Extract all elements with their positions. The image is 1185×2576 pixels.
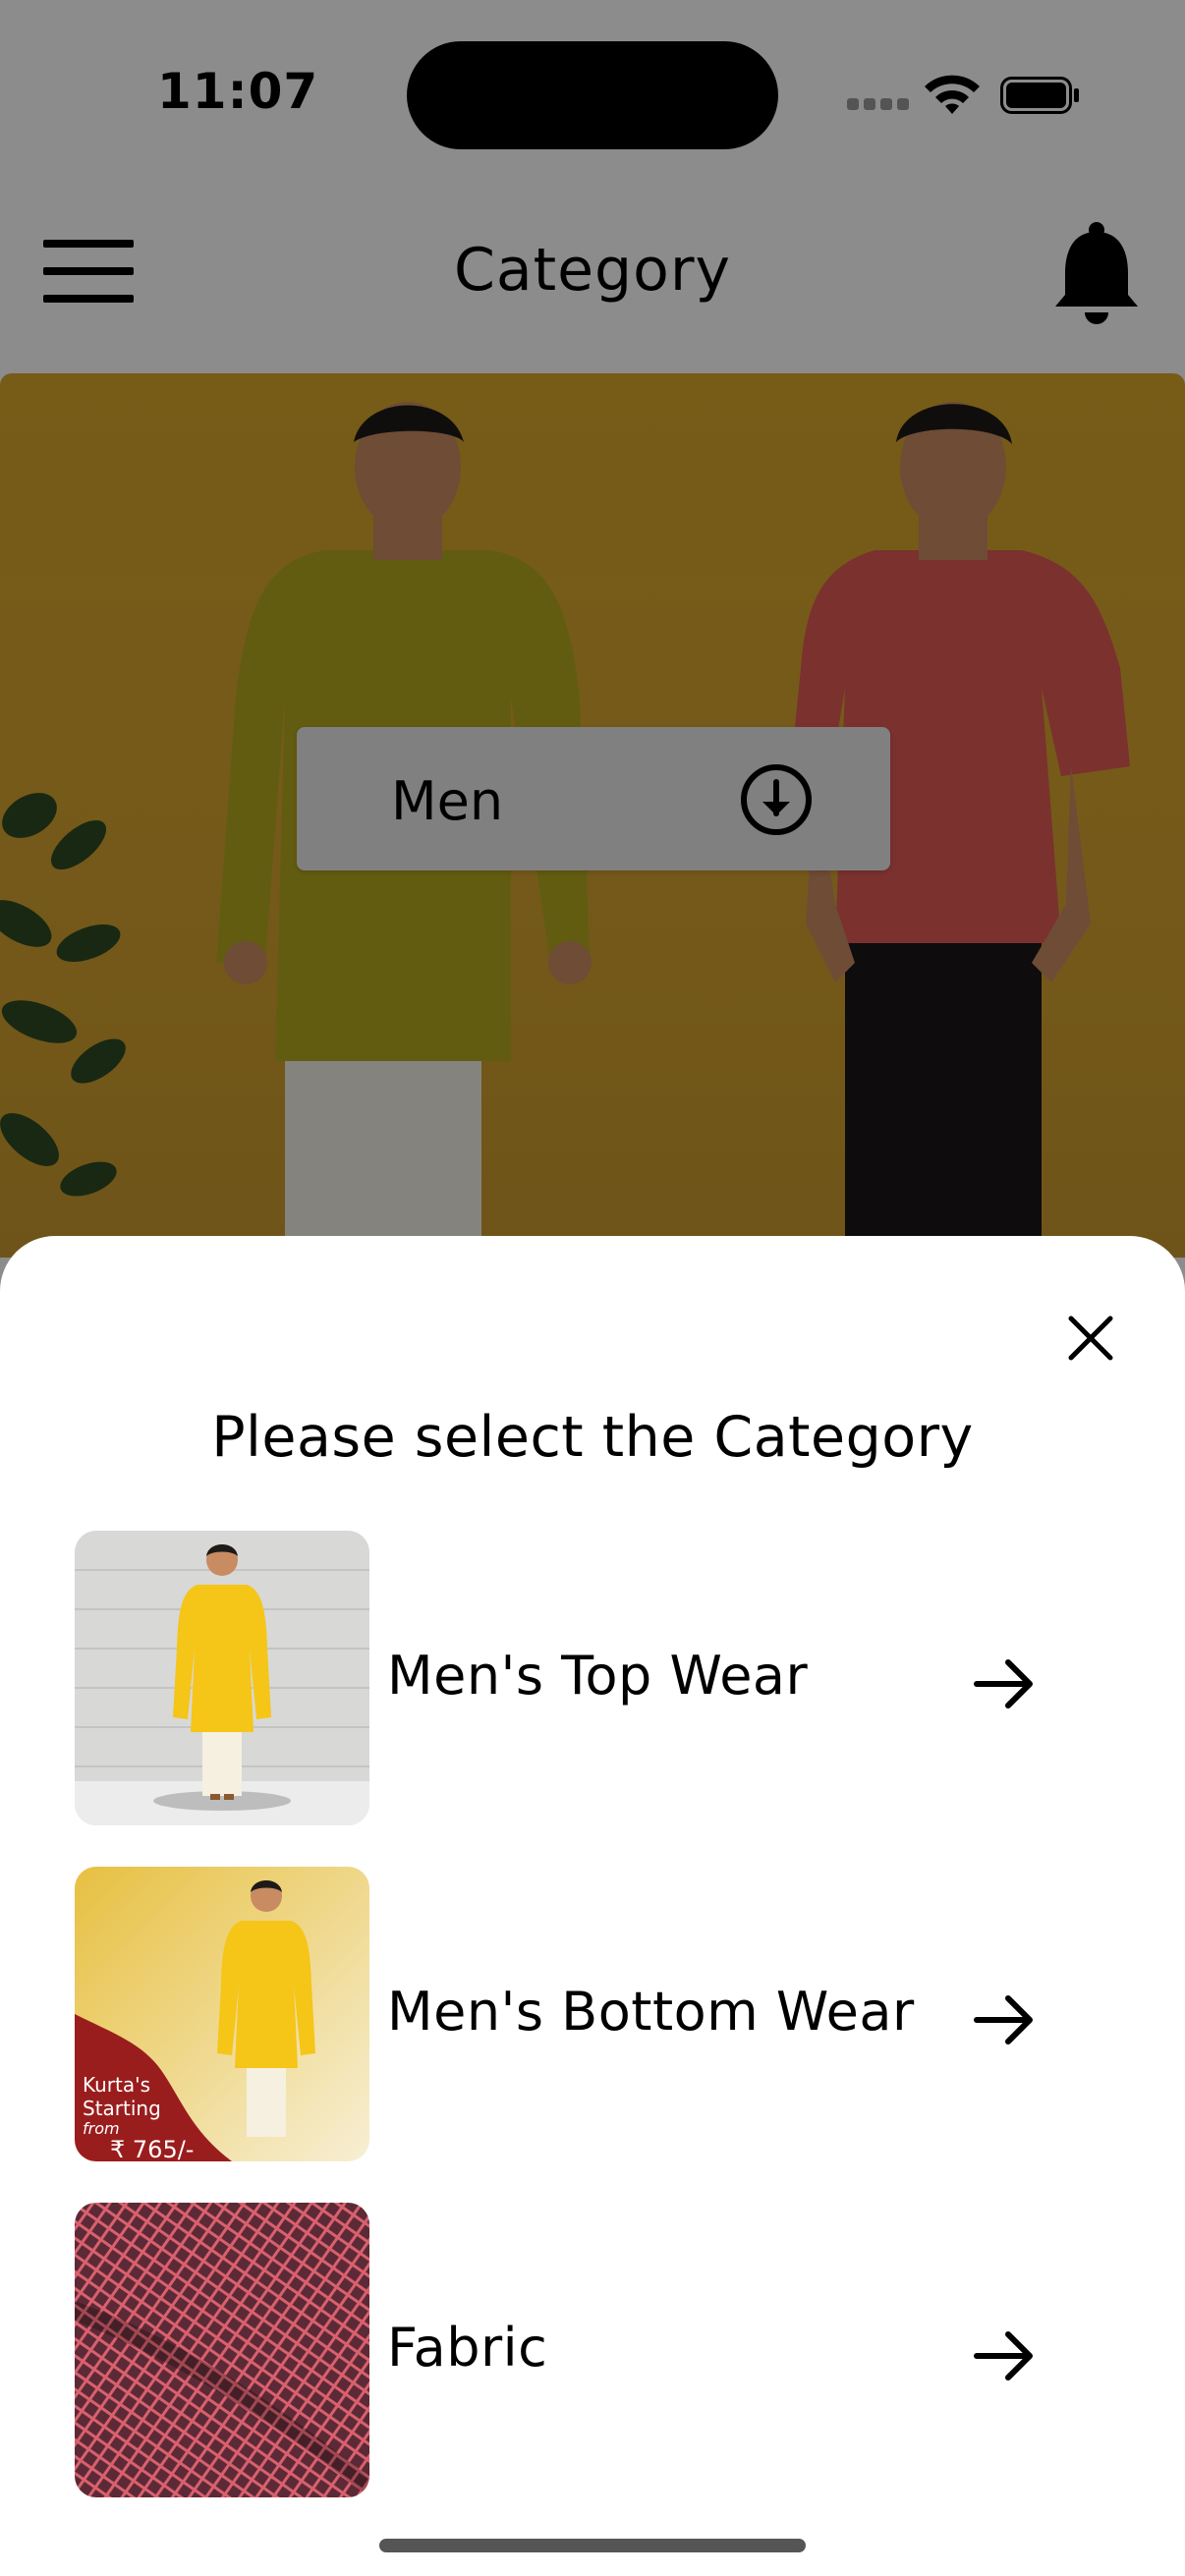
promo-price: ₹ 765/- (110, 2136, 195, 2161)
close-icon[interactable] (1061, 1309, 1120, 1368)
category-row-fabric[interactable]: Fabric (0, 2203, 1185, 2497)
category-screen: 11:07 Category Men Please select the Cat… (0, 0, 1185, 2576)
fabric-thumbnail (75, 2203, 369, 2497)
arrow-right-icon (974, 1995, 1033, 2044)
sheet-title: Please select the Category (211, 1405, 974, 1470)
promo-line-1: Kurta's (83, 2073, 151, 2097)
top-wear-thumbnail (75, 1531, 369, 1825)
home-indicator[interactable] (379, 2539, 806, 2552)
category-row-bottom-wear[interactable]: Kurta's Starting from ₹ 765/- Men's Bott… (0, 1867, 1185, 2161)
promo-line-2: Starting (83, 2097, 161, 2120)
arrow-right-icon (974, 2331, 1033, 2380)
bottom-wear-thumbnail: Kurta's Starting from ₹ 765/- (75, 1867, 369, 2161)
promo-caption: Kurta's Starting from ₹ 765/- (83, 2073, 194, 2161)
category-label: Fabric (387, 2317, 548, 2379)
category-bottom-sheet: Please select the Category Men's Top Wea… (0, 1236, 1185, 2576)
arrow-right-icon (974, 1659, 1033, 1708)
category-label: Men's Top Wear (387, 1645, 809, 1707)
category-label: Men's Bottom Wear (387, 1981, 915, 2043)
category-row-top-wear[interactable]: Men's Top Wear (0, 1531, 1185, 1825)
